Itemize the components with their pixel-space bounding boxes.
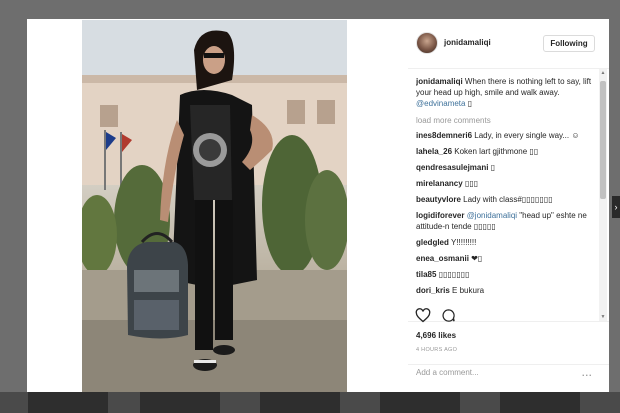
post-photo-illustration bbox=[82, 20, 347, 392]
add-comment-input[interactable]: Add a comment... bbox=[408, 364, 609, 378]
comment-username[interactable]: gledgled bbox=[416, 238, 449, 247]
comment-username[interactable]: logidiforever bbox=[416, 211, 464, 220]
comment-username[interactable]: qendresasulejmani bbox=[416, 163, 488, 172]
background-thumbnail bbox=[140, 392, 220, 413]
comment-text: ▯▯▯ bbox=[464, 179, 479, 188]
likes-count[interactable]: 4,696 likes bbox=[416, 331, 456, 340]
comment-item: beautyvlore Lady with class#▯▯▯▯▯▯▯ bbox=[416, 194, 601, 205]
comment-username[interactable]: mirelanancy bbox=[416, 179, 463, 188]
scroll-down-arrow-icon[interactable]: ▼ bbox=[600, 314, 606, 320]
post-header: jonidamaliqi Following bbox=[408, 19, 609, 69]
comment-item: dori_kris E bukura bbox=[416, 285, 601, 296]
post-caption: jonidamaliqi When there is nothing left … bbox=[416, 76, 601, 109]
comment-bubble-icon[interactable] bbox=[441, 308, 456, 323]
comment-item: ines8demneri6 Lady, in every single way.… bbox=[416, 130, 601, 141]
comment-text: E bukura bbox=[452, 286, 485, 295]
post-photo bbox=[82, 20, 347, 392]
comment-mention-link[interactable]: @jonidamaliqi bbox=[467, 211, 517, 220]
comment-item: lahela_26 Koken lart gjithmone ▯▯ bbox=[416, 146, 601, 157]
comment-item: tila85 ▯▯▯▯▯▯▯ bbox=[416, 269, 601, 280]
comment-text: Lady with class#▯▯▯▯▯▯▯ bbox=[463, 195, 553, 204]
comment-text: Lady, in every single way... ☺ bbox=[474, 131, 580, 140]
comments-scrollbar[interactable]: ▲ ▼ bbox=[599, 69, 607, 321]
comment-username[interactable]: tila85 bbox=[416, 270, 436, 279]
comment-text: Y!!!!!!!!! bbox=[450, 238, 477, 247]
comments-list: jonidamaliqi When there is nothing left … bbox=[416, 74, 601, 321]
comment-item: logidiforever @jonidamaliqi "head up" es… bbox=[416, 210, 601, 232]
background-thumbnail bbox=[380, 392, 460, 413]
caption-username[interactable]: jonidamaliqi bbox=[416, 77, 463, 86]
comment-item: mirelanancy ▯▯▯ bbox=[416, 178, 601, 189]
background-thumbnail bbox=[260, 392, 340, 413]
post-author-username[interactable]: jonidamaliqi bbox=[444, 38, 491, 47]
background-thumbnail bbox=[500, 392, 580, 413]
scroll-up-arrow-icon[interactable]: ▲ bbox=[600, 70, 606, 76]
comment-text: ▯▯▯▯▯▯▯ bbox=[438, 270, 470, 279]
comment-text: ▯ bbox=[490, 163, 496, 172]
caption-emoji: ▯ bbox=[467, 99, 473, 108]
comment-username[interactable]: dori_kris bbox=[416, 286, 450, 295]
post-modal: jonidamaliqi Following jonidamaliqi When… bbox=[27, 19, 609, 392]
comment-username[interactable]: beautyvlore bbox=[416, 195, 461, 204]
caption-mention-link[interactable]: @edvinameta bbox=[416, 99, 465, 108]
avatar[interactable] bbox=[416, 32, 438, 54]
comment-username[interactable]: lahela_26 bbox=[416, 147, 452, 156]
next-post-arrow-icon[interactable]: › bbox=[612, 196, 620, 218]
comment-item: qendresasulejmani ▯ bbox=[416, 162, 601, 173]
following-button[interactable]: Following bbox=[543, 35, 595, 52]
load-more-comments-link[interactable]: load more comments bbox=[416, 115, 601, 126]
heart-outline-icon[interactable] bbox=[415, 308, 431, 323]
comment-username[interactable]: enea_osmanii bbox=[416, 254, 469, 263]
background-thumbnails-strip bbox=[0, 392, 620, 413]
post-actions-section bbox=[408, 321, 609, 369]
comment-text: Koken lart gjithmone ▯▯ bbox=[454, 147, 539, 156]
comment-username[interactable]: ines8demneri6 bbox=[416, 131, 472, 140]
comment-item: gledgled Y!!!!!!!!! bbox=[416, 237, 601, 248]
comment-text: ❤▯ bbox=[471, 254, 483, 263]
background-thumbnail bbox=[28, 392, 108, 413]
post-timestamp: 4 HOURS AGO bbox=[416, 347, 458, 353]
more-options-icon[interactable]: ... bbox=[582, 368, 593, 378]
scrollbar-thumb[interactable] bbox=[600, 81, 606, 199]
comment-item: enea_osmanii ❤▯ bbox=[416, 253, 601, 264]
